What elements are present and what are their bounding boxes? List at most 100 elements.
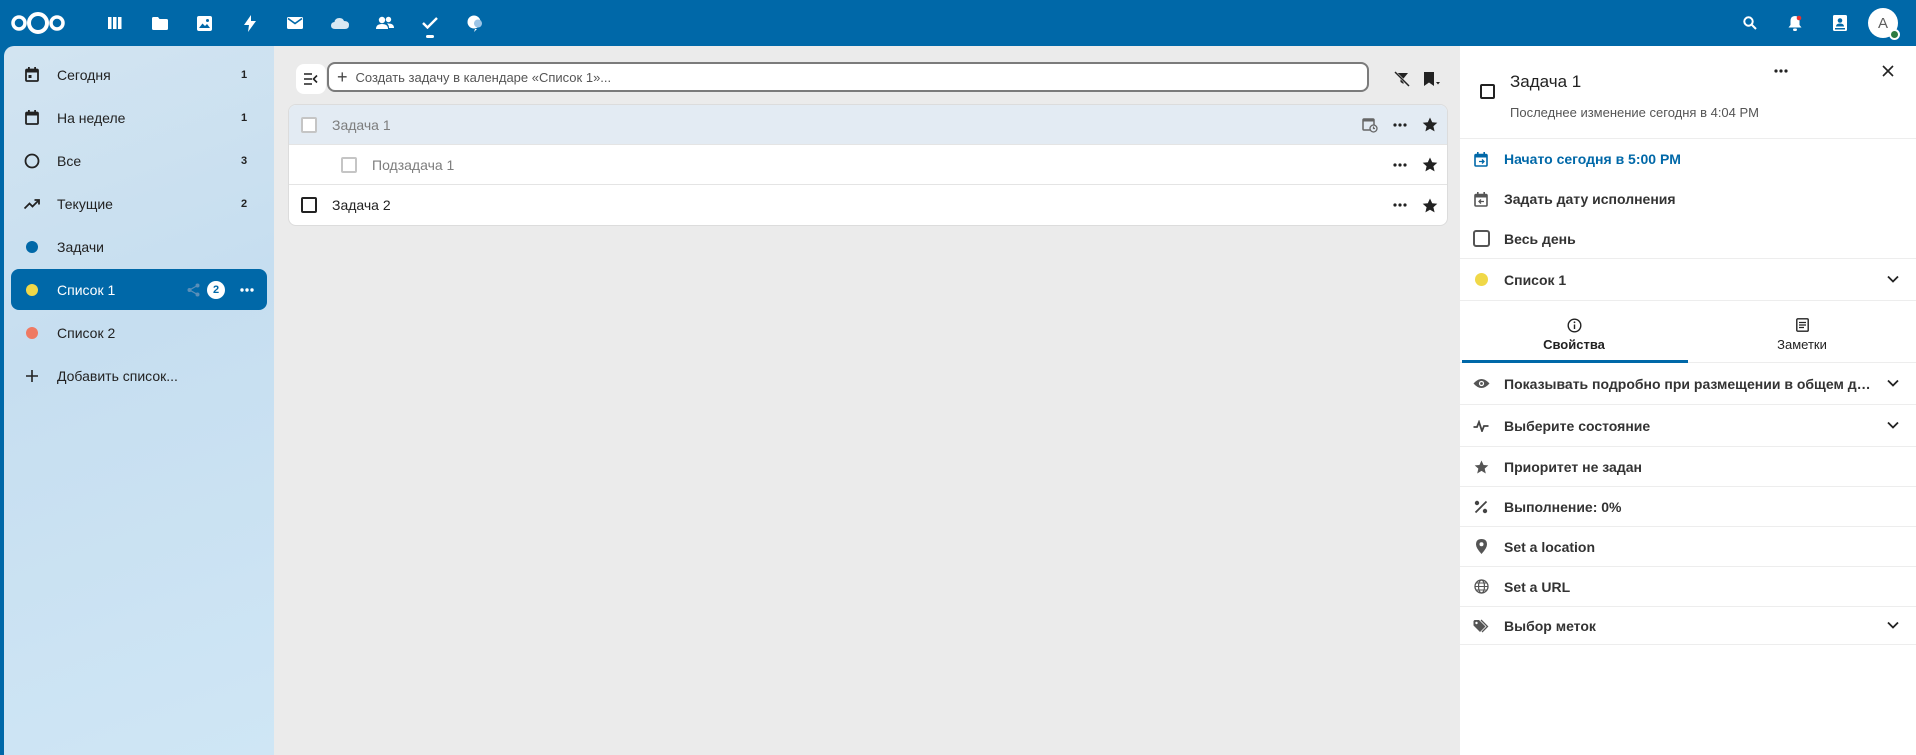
task-complete-checkbox[interactable] bbox=[1480, 84, 1495, 99]
nextcloud-logo-icon[interactable] bbox=[10, 10, 66, 36]
calendar-select-row[interactable]: Список 1 bbox=[1460, 259, 1916, 301]
details-tabs: Свойства Заметки bbox=[1460, 301, 1916, 363]
task-more-icon[interactable] bbox=[1385, 110, 1415, 140]
contacts-menu-icon[interactable] bbox=[1817, 0, 1862, 46]
count-badge: 1 bbox=[240, 111, 248, 124]
calendar-select-label: Список 1 bbox=[1504, 271, 1567, 288]
location-row[interactable]: Set a location bbox=[1460, 527, 1916, 567]
circle-outline-icon bbox=[23, 152, 41, 170]
task-list: Задача 1 Подзадача 1 Задача 2 bbox=[288, 104, 1448, 226]
files-icon[interactable] bbox=[137, 0, 182, 46]
sort-bookmark-icon[interactable] bbox=[1417, 64, 1447, 94]
sidebar-item-tasks-calendar[interactable]: Задачи bbox=[11, 226, 267, 267]
activity-icon[interactable] bbox=[227, 0, 272, 46]
cloud-icon[interactable] bbox=[317, 0, 362, 46]
due-date-label: Задать дату исполнения bbox=[1504, 191, 1676, 207]
top-header: A bbox=[0, 0, 1916, 46]
details-more-icon[interactable] bbox=[1766, 56, 1796, 86]
count-badge: 3 bbox=[240, 154, 248, 167]
priority-row[interactable]: Приоритет не задан bbox=[1460, 447, 1916, 487]
search-icon[interactable] bbox=[1727, 0, 1772, 46]
sidebar-item-list-2[interactable]: Список 2 bbox=[11, 312, 267, 353]
all-day-label: Весь день bbox=[1504, 230, 1576, 247]
tab-label: Свойства bbox=[1543, 337, 1605, 352]
tab-properties[interactable]: Свойства bbox=[1460, 301, 1688, 363]
due-date-row[interactable]: Задать дату исполнения bbox=[1460, 179, 1916, 219]
subtask-row[interactable]: Подзадача 1 bbox=[289, 145, 1447, 185]
more-options-icon[interactable] bbox=[239, 282, 255, 298]
tasks-icon[interactable] bbox=[407, 0, 452, 46]
notes-icon[interactable] bbox=[452, 0, 497, 46]
task-title: Подзадача 1 bbox=[372, 156, 455, 173]
sidebar-item-label: Сегодня bbox=[57, 66, 111, 83]
calendar-today-icon bbox=[23, 66, 41, 84]
status-label: Выберите состояние bbox=[1504, 417, 1651, 434]
notifications-bell-icon[interactable] bbox=[1772, 0, 1817, 46]
sidebar-item-label: Текущие bbox=[57, 195, 113, 212]
task-row[interactable]: Задача 2 bbox=[289, 185, 1447, 225]
priority-label: Приоритет не задан bbox=[1504, 458, 1642, 475]
user-avatar[interactable]: A bbox=[1868, 8, 1900, 40]
all-day-checkbox[interactable] bbox=[1473, 230, 1490, 247]
plus-icon: + bbox=[337, 67, 348, 87]
count-badge: 1 bbox=[240, 68, 248, 81]
close-icon[interactable] bbox=[1873, 56, 1903, 86]
all-day-row[interactable]: Весь день bbox=[1460, 219, 1916, 259]
tab-label: Заметки bbox=[1777, 337, 1827, 352]
location-label: Set a location bbox=[1504, 538, 1596, 555]
chevron-down-icon[interactable] bbox=[1884, 270, 1902, 288]
task-more-icon[interactable] bbox=[1385, 150, 1415, 180]
tags-row[interactable]: Выбор меток bbox=[1460, 607, 1916, 645]
share-icon[interactable] bbox=[185, 282, 201, 298]
sidebar-item-label: Задачи bbox=[57, 238, 105, 255]
contacts-icon[interactable] bbox=[362, 0, 407, 46]
toggle-sidebar-button[interactable] bbox=[296, 64, 326, 94]
calendar-due-icon bbox=[1472, 190, 1490, 208]
new-task-input[interactable] bbox=[355, 69, 1256, 85]
task-checkbox[interactable] bbox=[301, 116, 317, 133]
calendar-clock-icon bbox=[1355, 110, 1385, 140]
star-icon[interactable] bbox=[1415, 150, 1445, 180]
sidebar-item-current[interactable]: Текущие 2 bbox=[11, 183, 267, 224]
sidebar-item-today[interactable]: Сегодня 1 bbox=[11, 54, 267, 95]
tags-label: Выбор меток bbox=[1504, 617, 1596, 634]
sidebar-item-label: Список 2 bbox=[57, 324, 116, 341]
task-checkbox[interactable] bbox=[301, 197, 317, 213]
task-title: Задача 1 bbox=[332, 116, 391, 133]
chevron-down-icon[interactable] bbox=[1884, 416, 1902, 434]
trending-icon bbox=[23, 195, 41, 213]
mail-icon[interactable] bbox=[272, 0, 317, 46]
sidebar-item-label: Список 1 bbox=[57, 281, 116, 298]
calendar-start-icon bbox=[1472, 150, 1490, 168]
url-row[interactable]: Set a URL bbox=[1460, 567, 1916, 607]
sidebar-item-all[interactable]: Все 3 bbox=[11, 140, 267, 181]
completion-label: Выполнение: 0% bbox=[1504, 498, 1622, 515]
share-details-row[interactable]: Показывать подробно при размещении в общ… bbox=[1460, 363, 1916, 405]
percent-icon bbox=[1472, 498, 1490, 516]
plus-icon bbox=[23, 367, 41, 385]
start-date-row[interactable]: Начато сегодня в 5:00 PM bbox=[1460, 139, 1916, 179]
completion-row[interactable]: Выполнение: 0% bbox=[1460, 487, 1916, 527]
chevron-down-icon[interactable] bbox=[1884, 374, 1902, 392]
task-list-area: + Задача 1 Подзадача 1 bbox=[274, 46, 1460, 755]
count-badge: 2 bbox=[207, 280, 225, 299]
details-title[interactable]: Задача 1 bbox=[1510, 72, 1581, 92]
task-more-icon[interactable] bbox=[1385, 190, 1415, 220]
sidebar-item-list-1[interactable]: Список 1 2 bbox=[11, 269, 267, 310]
photos-icon[interactable] bbox=[182, 0, 227, 46]
chevron-down-icon[interactable] bbox=[1884, 616, 1902, 634]
task-row[interactable]: Задача 1 bbox=[289, 105, 1447, 145]
dashboard-icon[interactable] bbox=[92, 0, 137, 46]
info-icon bbox=[1566, 315, 1582, 335]
status-row[interactable]: Выберите состояние bbox=[1460, 405, 1916, 447]
star-icon bbox=[1472, 458, 1490, 476]
app-navigation bbox=[92, 0, 497, 46]
filter-off-icon[interactable] bbox=[1387, 64, 1417, 94]
star-icon[interactable] bbox=[1415, 110, 1445, 140]
star-icon[interactable] bbox=[1415, 190, 1445, 220]
new-task-field[interactable]: + bbox=[327, 62, 1369, 92]
task-checkbox[interactable] bbox=[341, 156, 357, 173]
add-list-button[interactable]: Добавить список... bbox=[11, 355, 267, 396]
sidebar-item-week[interactable]: На неделе 1 bbox=[11, 97, 267, 138]
tab-notes[interactable]: Заметки bbox=[1688, 301, 1916, 362]
